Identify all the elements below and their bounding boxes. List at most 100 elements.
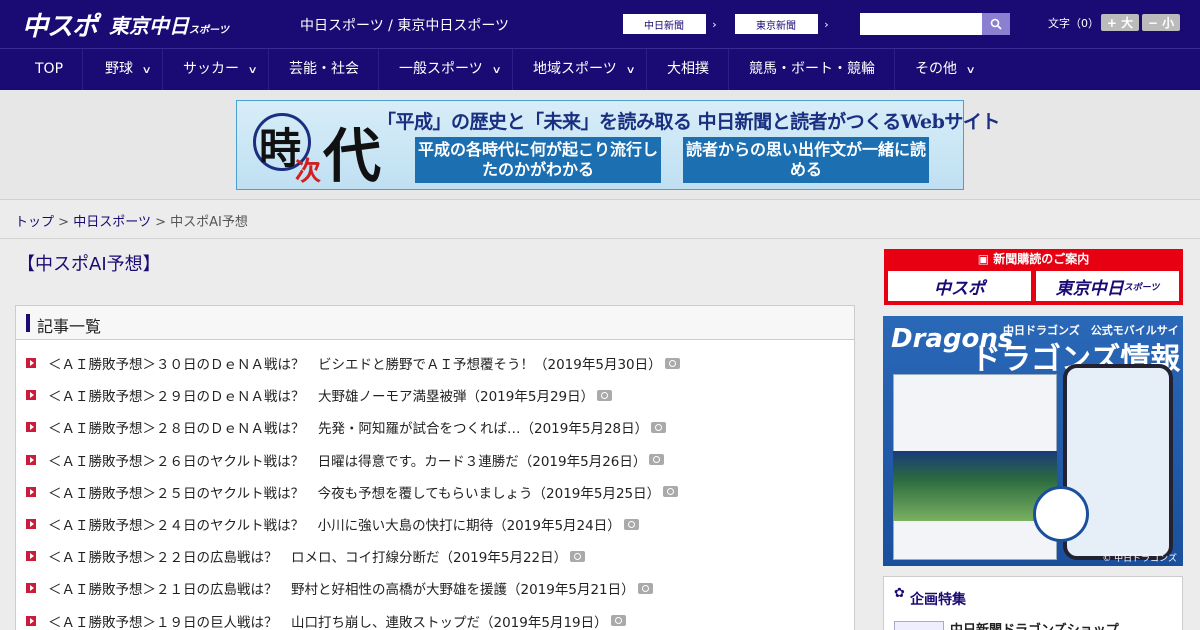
dragons-copyright: © 中日ドラゴンズ: [1102, 554, 1177, 564]
font-size-label: 文字（0）: [1048, 17, 1099, 30]
nav-divider: [82, 49, 83, 90]
article-title-link[interactable]: ＜ＡＩ勝敗予想＞２５日のヤクルト戦は？ 今夜も予想を覆してもらいましょう（201…: [48, 482, 660, 502]
nav-item-entertainment[interactable]: 芸能・社会: [289, 49, 359, 90]
article-list-header: 記事一覧: [16, 306, 854, 340]
chevron-right-icon: ›: [817, 14, 835, 34]
font-small-button[interactable]: − 小: [1142, 14, 1180, 31]
article-title-link[interactable]: ＜ＡＩ勝敗予想＞１９日の巨人戦は？ 山口打ち崩し、連敗ストップだ（2019年5月…: [48, 611, 608, 630]
subscribe-chuspo[interactable]: 中スポ: [888, 271, 1031, 301]
dragons-mobile-ad[interactable]: Dragons 中日ドラゴンズ 公式モバイルサイト ドラゴンズ情報 © 中日ドラ…: [883, 316, 1183, 566]
banner-headline: 「平成」の歴史と「未来」を読み取る 中日新聞と読者がつくるWebサイト: [377, 111, 1000, 133]
site-logo[interactable]: 中スポ 東京中日スポーツ: [22, 8, 229, 42]
search-icon: [990, 18, 1002, 30]
page-title: 【中スポAI予想】: [17, 254, 161, 275]
article-list-heading: 記事一覧: [37, 317, 102, 336]
font-large-button[interactable]: + 大: [1101, 14, 1139, 31]
article-title-link[interactable]: ＜ＡＩ勝敗予想＞２９日のＤｅＮＡ戦は？ 大野雄ノーモア満塁被弾（2019年5月2…: [48, 385, 594, 405]
bullet-arrow-icon: [26, 519, 36, 529]
list-item[interactable]: ＜ＡＩ勝敗予想＞３０日のＤｅＮＡ戦は？ ビシエドと勝野でＡＩ予想覆そう！（201…: [26, 352, 680, 374]
banner-box-left: 平成の各時代に何が起こり流行したのかがわかる: [415, 137, 661, 183]
nav-item-top[interactable]: TOP: [35, 49, 63, 90]
main-nav: TOP 野球 ∨ サッカー ∨ 芸能・社会 一般スポーツ ∨ 地域スポーツ ∨ 大相撲 …: [0, 48, 1200, 90]
article-title-link[interactable]: ＜ＡＩ勝敗予想＞２１日の広島戦は？ 野村と好相性の高橋が大野雄を援護（2019年…: [48, 578, 635, 598]
camera-icon: [637, 582, 653, 594]
list-item[interactable]: ＜ＡＩ勝敗予想＞２６日のヤクルト戦は？ 日曜は得意です。カード３連勝だ（2019…: [26, 449, 665, 471]
feature-item-link[interactable]: 中日新聞ドラゴンズショップ: [950, 619, 1119, 630]
list-item[interactable]: ＜ＡＩ勝敗予想＞２９日のＤｅＮＡ戦は？ 大野雄ノーモア満塁被弾（2019年5月2…: [26, 384, 613, 406]
divider: [0, 238, 1200, 239]
chevron-down-icon: ∨: [141, 65, 152, 76]
camera-icon: [649, 454, 665, 466]
breadcrumb-section-link[interactable]: 中日スポーツ: [73, 215, 151, 230]
chevron-down-icon: ∨: [491, 65, 502, 76]
bullet-arrow-icon: [26, 422, 36, 433]
site-header: 中スポ 東京中日スポーツ 中日スポーツ / 東京中日スポーツ 中日新聞 › 東京…: [0, 0, 1200, 48]
nav-divider: [894, 49, 895, 90]
article-title-link[interactable]: ＜ＡＩ勝敗予想＞２２日の広島戦は？ ロメロ、コイ打線分断だ（2019年5月22日…: [48, 546, 567, 566]
chevron-down-icon: ∨: [247, 65, 258, 76]
feature-thumbnail[interactable]: [894, 621, 944, 630]
nav-divider: [728, 49, 729, 90]
camera-icon: [597, 389, 613, 401]
article-title-link[interactable]: ＜ＡＩ勝敗予想＞２６日のヤクルト戦は？ 日曜は得意です。カード３連勝だ（2019…: [48, 450, 646, 470]
nav-item-general-sports[interactable]: 一般スポーツ ∨: [399, 49, 502, 90]
camera-icon: [664, 357, 680, 369]
subscribe-tokyo-chunichi[interactable]: 東京中日 スポーツ: [1036, 271, 1179, 301]
article-title-link[interactable]: ＜ＡＩ勝敗予想＞２８日のＤｅＮＡ戦は？ 先発・阿知羅が試合をつくれば…（2019…: [48, 417, 648, 437]
bullet-arrow-icon: [26, 551, 36, 562]
nav-item-baseball[interactable]: 野球 ∨: [105, 49, 152, 90]
nav-item-soccer[interactable]: サッカー ∨: [183, 49, 258, 90]
list-item[interactable]: ＜ＡＩ勝敗予想＞２５日のヤクルト戦は？ 今夜も予想を覆してもらいましょう（201…: [26, 481, 679, 503]
camera-icon: [623, 518, 639, 530]
article-title-link[interactable]: ＜ＡＩ勝敗予想＞２４日のヤクルト戦は？ 小川に強い大島の快打に期待（2019年5…: [48, 514, 621, 534]
banner-box-right: 読者からの思い出作文が一緒に読める: [683, 137, 929, 183]
search-input[interactable]: [860, 13, 982, 35]
list-item[interactable]: ＜ＡＩ勝敗予想＞２４日のヤクルト戦は？ 小川に強い大島の快打に期待（2019年5…: [26, 513, 639, 535]
breadcrumb-separator: >: [58, 215, 70, 230]
chevron-right-icon: ›: [705, 14, 723, 34]
bullet-arrow-icon: [26, 358, 36, 368]
logo-tokyo-chunichi: 東京中日スポーツ: [109, 13, 229, 38]
heading-accent-bar: [26, 314, 30, 332]
feature-title: 企画特集: [910, 592, 966, 608]
jidai-banner[interactable]: 時 次 代 「平成」の歴史と「未来」を読み取る 中日新聞と読者がつくるWebサイ…: [236, 100, 1000, 190]
chunichi-shimbun-button[interactable]: 中日新聞 ›: [622, 13, 724, 35]
camera-icon: [570, 550, 586, 562]
camera-icon: [610, 615, 626, 627]
breadcrumb-current: 中スポAI予想: [170, 215, 248, 230]
bullet-arrow-icon: [26, 486, 36, 497]
camera-icon: [651, 421, 667, 433]
bullet-arrow-icon: [26, 583, 36, 594]
list-item[interactable]: ＜ＡＩ勝敗予想＞２２日の広島戦は？ ロメロ、コイ打線分断だ（2019年5月22日…: [26, 545, 586, 567]
nav-divider: [162, 49, 163, 90]
logo-chuspo: 中スポ: [22, 11, 98, 42]
newspaper-icon: ▣: [977, 252, 990, 266]
feature-box: ✿ 企画特集 中日新聞ドラゴンズショップ: [883, 576, 1183, 630]
chevron-down-icon: ∨: [625, 65, 636, 76]
nav-item-other[interactable]: その他 ∨: [915, 49, 976, 90]
mascot-graphic: [1033, 486, 1089, 542]
breadcrumb: トップ > 中日スポーツ > 中スポAI予想: [15, 211, 248, 230]
nav-item-local-sports[interactable]: 地域スポーツ ∨: [533, 49, 636, 90]
breadcrumb-top-link[interactable]: トップ: [15, 215, 54, 230]
article-title-link[interactable]: ＜ＡＩ勝敗予想＞３０日のＤｅＮＡ戦は？ ビシエドと勝野でＡＩ予想覆そう！（201…: [48, 353, 662, 373]
subscription-box[interactable]: ▣ 新聞購読のご案内 中スポ 東京中日 スポーツ: [884, 249, 1183, 305]
bullet-arrow-icon: [26, 390, 36, 401]
ribbon-icon: ✿: [894, 586, 905, 601]
tokyo-shimbun-button[interactable]: 東京新聞 ›: [734, 13, 836, 35]
list-item[interactable]: ＜ＡＩ勝敗予想＞２１日の広島戦は？ 野村と好相性の高橋が大野雄を援護（2019年…: [26, 577, 653, 599]
nav-item-sumo[interactable]: 大相撲: [667, 49, 709, 90]
list-item[interactable]: ＜ＡＩ勝敗予想＞１９日の巨人戦は？ 山口打ち崩し、連敗ストップだ（2019年5月…: [26, 610, 626, 630]
bullet-arrow-icon: [26, 454, 36, 465]
nav-divider: [512, 49, 513, 90]
list-item[interactable]: ＜ＡＩ勝敗予想＞２８日のＤｅＮＡ戦は？ 先発・阿知羅が試合をつくれば…（2019…: [26, 416, 667, 438]
jidai-logo: 時 次 代: [245, 107, 381, 190]
search-button[interactable]: [982, 13, 1010, 35]
subscription-title: ▣ 新聞購読のご案内: [977, 252, 1090, 266]
nav-divider: [646, 49, 647, 90]
site-title: 中日スポーツ / 東京中日スポーツ: [300, 18, 510, 34]
chevron-down-icon: ∨: [965, 65, 976, 76]
nav-divider: [378, 49, 379, 90]
article-list-panel: 記事一覧 ＜ＡＩ勝敗予想＞３０日のＤｅＮＡ戦は？ ビシエドと勝野でＡＩ予想覆そう…: [15, 305, 855, 630]
nav-item-racing[interactable]: 競馬・ボート・競輪: [749, 49, 875, 90]
